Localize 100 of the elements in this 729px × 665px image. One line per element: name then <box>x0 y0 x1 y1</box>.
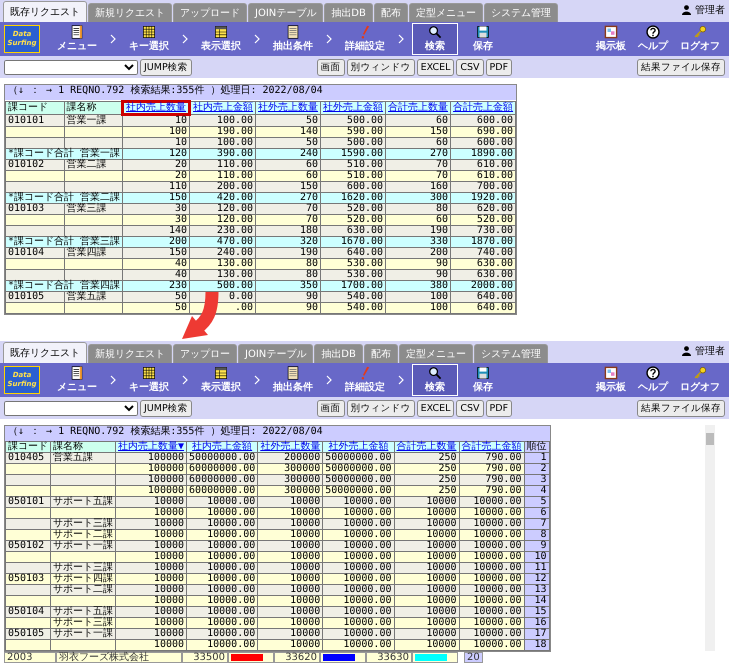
table-cell: 600.00 <box>450 138 516 148</box>
table-cell: 1670.00 <box>320 236 386 248</box>
sort-link[interactable]: 社外売上数量 <box>258 442 323 452</box>
tab[interactable]: 既存リクエスト <box>3 342 87 363</box>
output-button[interactable]: PDF <box>486 58 512 76</box>
table-cell: 1890.00 <box>450 148 516 160</box>
table-cell: 630.00 <box>320 226 386 236</box>
jump-select[interactable] <box>4 400 138 416</box>
toolbar-button[interactable]: 検索 <box>412 23 458 55</box>
table-cell: 10000.00 <box>459 518 524 530</box>
step-button[interactable]: メニュー <box>52 364 102 396</box>
output-button[interactable]: EXCEL <box>416 400 454 416</box>
tab[interactable]: 配布 <box>364 344 398 363</box>
table-cell: 520.00 <box>450 214 516 226</box>
table-cell: 10000 <box>116 496 187 508</box>
step-button[interactable]: 表示選択 <box>196 23 246 55</box>
table-cell: 10000 <box>258 618 323 628</box>
step-button[interactable]: メニュー <box>52 23 102 55</box>
tab[interactable]: システム管理 <box>474 344 548 363</box>
tab[interactable]: 配布 <box>374 3 408 22</box>
save-results-button[interactable]: 結果ファイル保存 <box>637 400 725 416</box>
table-cell: 10000.00 <box>459 562 524 574</box>
table-cell: 2000.00 <box>450 280 516 292</box>
output-button[interactable]: CSV <box>456 58 484 76</box>
table-cell: 110.00 <box>190 170 256 182</box>
sort-link[interactable]: 合計売上金額 <box>450 102 516 114</box>
toolbar-button[interactable]: 掲示板 <box>591 364 631 396</box>
table-cell <box>6 170 64 182</box>
tab[interactable]: 抽出DB <box>314 344 363 363</box>
step-button[interactable]: 表示選択 <box>196 364 246 396</box>
table-cell: 10000.00 <box>322 574 394 584</box>
toolbar-button[interactable]: ログオフ <box>675 364 725 396</box>
table-cell: 10000.00 <box>186 496 258 508</box>
table-cell: 90 <box>256 302 321 314</box>
sort-link[interactable]: 社内売上数量 <box>122 102 190 114</box>
table-cell: 250 <box>394 486 459 496</box>
sort-link[interactable]: 社外売上数量 <box>256 102 321 114</box>
save-results-button[interactable]: 結果ファイル保存 <box>637 58 725 76</box>
table-cell <box>6 258 64 270</box>
table-cell: 10000.00 <box>186 562 258 574</box>
scrollbar[interactable] <box>705 425 715 651</box>
table-cell: 70 <box>386 170 451 182</box>
tab[interactable]: 既存リクエスト <box>3 1 87 22</box>
sort-link[interactable]: 社外売上金額 <box>322 442 394 452</box>
table-cell: 740.00 <box>450 248 516 258</box>
step-button[interactable]: キー選択 <box>124 364 174 396</box>
table-cell: 520.00 <box>320 214 386 226</box>
jump-button[interactable]: JUMP検索 <box>140 400 192 416</box>
output-button[interactable]: 別ウィンドウ <box>346 58 415 76</box>
sort-link[interactable]: 社内売上金額 <box>190 102 256 114</box>
user-name: 管理者 <box>695 344 725 358</box>
table-cell: 200000 <box>258 452 323 464</box>
table-cell: 10000.00 <box>322 530 394 540</box>
output-button[interactable]: 別ウィンドウ <box>346 400 415 416</box>
output-button[interactable]: 画面 <box>316 400 345 416</box>
toolbar-button[interactable]: ヘルプ <box>633 364 673 396</box>
step-button[interactable]: 詳細設定 <box>340 23 390 55</box>
output-button[interactable]: CSV <box>456 400 484 416</box>
toolbar-button[interactable]: 保存 <box>460 364 506 396</box>
toolbar-button[interactable]: ヘルプ <box>633 23 673 55</box>
tab[interactable]: 新規リクエスト <box>88 344 172 363</box>
sort-link[interactable]: 社外売上金額 <box>320 102 386 114</box>
output-button[interactable]: 画面 <box>316 58 345 76</box>
tab[interactable]: JOINテーブル <box>248 3 324 22</box>
sort-link[interactable]: 合計売上金額 <box>459 442 524 452</box>
tab[interactable]: JOINテーブル <box>238 344 314 363</box>
tab[interactable]: アップロー <box>173 344 237 363</box>
tab[interactable]: システム管理 <box>484 3 558 22</box>
output-button[interactable]: EXCEL <box>416 58 454 76</box>
table-cell: 10000.00 <box>459 540 524 552</box>
step-button[interactable]: 抽出条件 <box>268 364 318 396</box>
table-cell: 790.00 <box>459 464 524 474</box>
tab[interactable]: 定型メニュー <box>408 3 483 22</box>
step-button[interactable]: 詳細設定 <box>340 364 390 396</box>
table-cell <box>6 518 50 530</box>
tab[interactable]: 定型メニュー <box>398 344 473 363</box>
toolbar-button[interactable]: ログオフ <box>675 23 725 55</box>
sort-link[interactable]: 合計売上数量 <box>394 442 459 452</box>
sort-link[interactable]: 社内売上数量▼ <box>116 442 187 452</box>
toolbar-button[interactable]: 検索 <box>412 364 458 396</box>
toolbar-button[interactable]: 保存 <box>460 23 506 55</box>
output-button[interactable]: PDF <box>486 400 512 416</box>
jump-button[interactable]: JUMP検索 <box>140 58 192 76</box>
jump-select[interactable] <box>4 60 138 74</box>
sort-link[interactable]: 社内売上金額 <box>186 442 258 452</box>
table-cell <box>50 474 116 486</box>
tab[interactable]: 新規リクエスト <box>88 3 172 22</box>
step-button[interactable]: 抽出条件 <box>268 23 318 55</box>
sort-link[interactable]: 合計売上数量 <box>386 102 451 114</box>
toolbar-button[interactable]: 掲示板 <box>591 23 631 55</box>
table-cell: 10 <box>122 138 190 148</box>
tab[interactable]: 抽出DB <box>324 3 373 22</box>
table-cell: 510.00 <box>320 160 386 170</box>
step-button[interactable]: キー選択 <box>124 23 174 55</box>
table-cell <box>6 138 64 148</box>
table-cell: 営業五課 <box>64 292 123 302</box>
table-cell <box>6 596 50 606</box>
table-cell: 90 <box>386 258 451 270</box>
tab[interactable]: アップロード <box>173 3 247 22</box>
table-cell: 120 <box>122 148 190 160</box>
